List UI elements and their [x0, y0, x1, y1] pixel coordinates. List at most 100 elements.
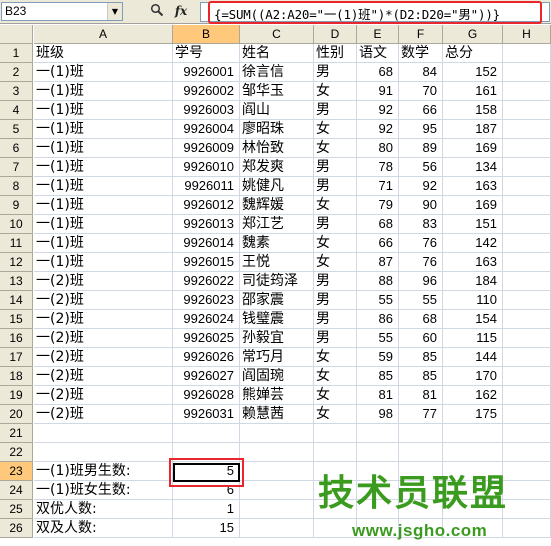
cell-g22[interactable] — [443, 443, 503, 462]
cell-c3[interactable]: 邹华玉 — [240, 82, 314, 101]
row-header-6[interactable]: 6 — [0, 139, 33, 158]
row-header-12[interactable]: 12 — [0, 253, 33, 272]
cell-d9[interactable]: 女 — [314, 196, 357, 215]
cell-c4[interactable]: 阎山 — [240, 101, 314, 120]
cell-b4[interactable]: 9926003 — [173, 101, 240, 120]
cell-b14[interactable]: 9926023 — [173, 291, 240, 310]
cell-f14[interactable]: 55 — [399, 291, 443, 310]
cell-g2[interactable]: 152 — [443, 63, 503, 82]
cell-f7[interactable]: 56 — [399, 158, 443, 177]
cell-a21[interactable] — [34, 424, 173, 443]
row-header-20[interactable]: 20 — [0, 405, 33, 424]
cell-c25[interactable] — [240, 500, 314, 519]
cell-c18[interactable]: 阎固琬 — [240, 367, 314, 386]
row-header-15[interactable]: 15 — [0, 310, 33, 329]
cell-f16[interactable]: 60 — [399, 329, 443, 348]
cell-b10[interactable]: 9926013 — [173, 215, 240, 234]
column-header-f[interactable]: F — [399, 25, 443, 44]
cell-e2[interactable]: 68 — [357, 63, 399, 82]
cell-b1[interactable]: 学号 — [173, 44, 240, 63]
cell-d2[interactable]: 男 — [314, 63, 357, 82]
cell-c9[interactable]: 魏辉媛 — [240, 196, 314, 215]
cell-a20[interactable]: 一(2)班 — [34, 405, 173, 424]
cell-d16[interactable]: 男 — [314, 329, 357, 348]
cell-e6[interactable]: 80 — [357, 139, 399, 158]
cell-g11[interactable]: 142 — [443, 234, 503, 253]
cell-h9[interactable] — [503, 196, 551, 215]
cell-d8[interactable]: 男 — [314, 177, 357, 196]
cell-d17[interactable]: 女 — [314, 348, 357, 367]
cell-b7[interactable]: 9926010 — [173, 158, 240, 177]
cell-c13[interactable]: 司徒筠泽 — [240, 272, 314, 291]
cell-a5[interactable]: 一(1)班 — [34, 120, 173, 139]
cell-a9[interactable]: 一(1)班 — [34, 196, 173, 215]
cell-c14[interactable]: 邵家震 — [240, 291, 314, 310]
cell-h3[interactable] — [503, 82, 551, 101]
cell-f8[interactable]: 92 — [399, 177, 443, 196]
cell-e15[interactable]: 86 — [357, 310, 399, 329]
cell-f13[interactable]: 96 — [399, 272, 443, 291]
fx-icon[interactable]: fx — [172, 3, 190, 20]
row-header-7[interactable]: 7 — [0, 158, 33, 177]
cell-a7[interactable]: 一(1)班 — [34, 158, 173, 177]
cell-b2[interactable]: 9926001 — [173, 63, 240, 82]
row-header-23[interactable]: 23 — [0, 462, 33, 481]
cell-b26[interactable]: 15 — [173, 519, 240, 538]
row-header-21[interactable]: 21 — [0, 424, 33, 443]
cell-c1[interactable]: 姓名 — [240, 44, 314, 63]
cell-d12[interactable]: 女 — [314, 253, 357, 272]
cell-e22[interactable] — [357, 443, 399, 462]
column-header-h[interactable]: H — [503, 25, 551, 44]
cell-c21[interactable] — [240, 424, 314, 443]
cell-c17[interactable]: 常巧月 — [240, 348, 314, 367]
cell-f18[interactable]: 85 — [399, 367, 443, 386]
row-header-2[interactable]: 2 — [0, 63, 33, 82]
cell-f10[interactable]: 83 — [399, 215, 443, 234]
cell-e13[interactable]: 88 — [357, 272, 399, 291]
cell-e17[interactable]: 59 — [357, 348, 399, 367]
cell-c7[interactable]: 郑发爽 — [240, 158, 314, 177]
name-box[interactable]: B23 ▼ — [1, 2, 123, 21]
cell-b5[interactable]: 9926004 — [173, 120, 240, 139]
cell-e20[interactable]: 98 — [357, 405, 399, 424]
cell-e10[interactable]: 68 — [357, 215, 399, 234]
column-header-g[interactable]: G — [443, 25, 503, 44]
cell-g20[interactable]: 175 — [443, 405, 503, 424]
cell-h17[interactable] — [503, 348, 551, 367]
cell-g17[interactable]: 144 — [443, 348, 503, 367]
cell-d15[interactable]: 男 — [314, 310, 357, 329]
cell-g15[interactable]: 154 — [443, 310, 503, 329]
cell-b25[interactable]: 1 — [173, 500, 240, 519]
cell-f21[interactable] — [399, 424, 443, 443]
row-header-22[interactable]: 22 — [0, 443, 33, 462]
cell-b8[interactable]: 9926011 — [173, 177, 240, 196]
column-header-c[interactable]: C — [240, 25, 314, 44]
row-header-13[interactable]: 13 — [0, 272, 33, 291]
cell-g3[interactable]: 161 — [443, 82, 503, 101]
cell-h6[interactable] — [503, 139, 551, 158]
cell-h16[interactable] — [503, 329, 551, 348]
cell-g16[interactable]: 115 — [443, 329, 503, 348]
cell-f17[interactable]: 85 — [399, 348, 443, 367]
cell-f20[interactable]: 77 — [399, 405, 443, 424]
cell-c22[interactable] — [240, 443, 314, 462]
cell-a22[interactable] — [34, 443, 173, 462]
cell-c24[interactable] — [240, 481, 314, 500]
cell-a8[interactable]: 一(1)班 — [34, 177, 173, 196]
cell-f12[interactable]: 76 — [399, 253, 443, 272]
cell-e5[interactable]: 92 — [357, 120, 399, 139]
cell-d18[interactable]: 女 — [314, 367, 357, 386]
cell-a6[interactable]: 一(1)班 — [34, 139, 173, 158]
cell-b16[interactable]: 9926025 — [173, 329, 240, 348]
cell-f6[interactable]: 89 — [399, 139, 443, 158]
cell-g8[interactable]: 163 — [443, 177, 503, 196]
cell-b15[interactable]: 9926024 — [173, 310, 240, 329]
row-header-10[interactable]: 10 — [0, 215, 33, 234]
cell-h14[interactable] — [503, 291, 551, 310]
cell-e12[interactable]: 87 — [357, 253, 399, 272]
cell-g21[interactable] — [443, 424, 503, 443]
cell-d13[interactable]: 男 — [314, 272, 357, 291]
cell-e7[interactable]: 78 — [357, 158, 399, 177]
cell-b12[interactable]: 9926015 — [173, 253, 240, 272]
cell-h21[interactable] — [503, 424, 551, 443]
